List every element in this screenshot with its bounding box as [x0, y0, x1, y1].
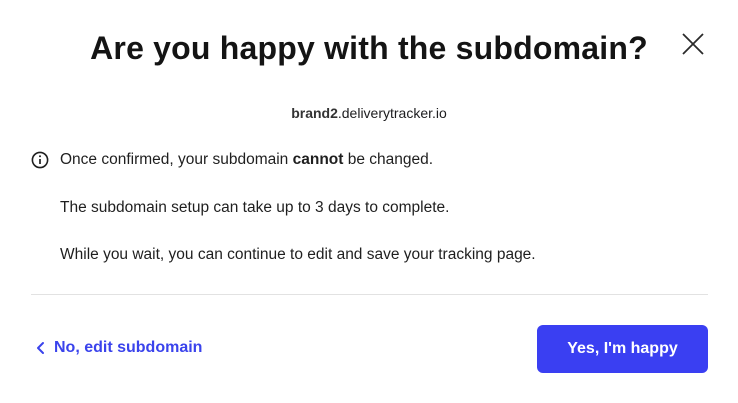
note-continue-editing: While you wait, you can continue to edit…	[60, 246, 536, 263]
note-warning-text: Once confirmed, your subdomain cannot be…	[60, 151, 434, 168]
divider	[31, 294, 708, 295]
subdomain-suffix: .deliverytracker.io	[337, 105, 447, 121]
edit-subdomain-link[interactable]: No, edit subdomain	[36, 339, 202, 357]
notes: Once confirmed, your subdomain cannot be…	[31, 148, 711, 172]
emphasis-cannot: cannot	[292, 151, 344, 168]
note-warning: Once confirmed, your subdomain cannot be…	[31, 148, 711, 172]
subdomain-prefix: brand2	[291, 105, 338, 121]
info-icon	[31, 151, 49, 169]
dialog-title: Are you happy with the subdomain?	[90, 30, 648, 66]
edit-subdomain-label: No, edit subdomain	[54, 339, 203, 356]
confirm-subdomain-dialog: Are you happy with the subdomain? brand2…	[0, 0, 738, 403]
note-setup-time: The subdomain setup can take up to 3 day…	[60, 199, 450, 216]
confirm-button[interactable]: Yes, I'm happy	[537, 325, 708, 373]
subdomain-value: brand2.deliverytracker.io	[0, 105, 738, 121]
chevron-left-icon	[37, 342, 44, 354]
